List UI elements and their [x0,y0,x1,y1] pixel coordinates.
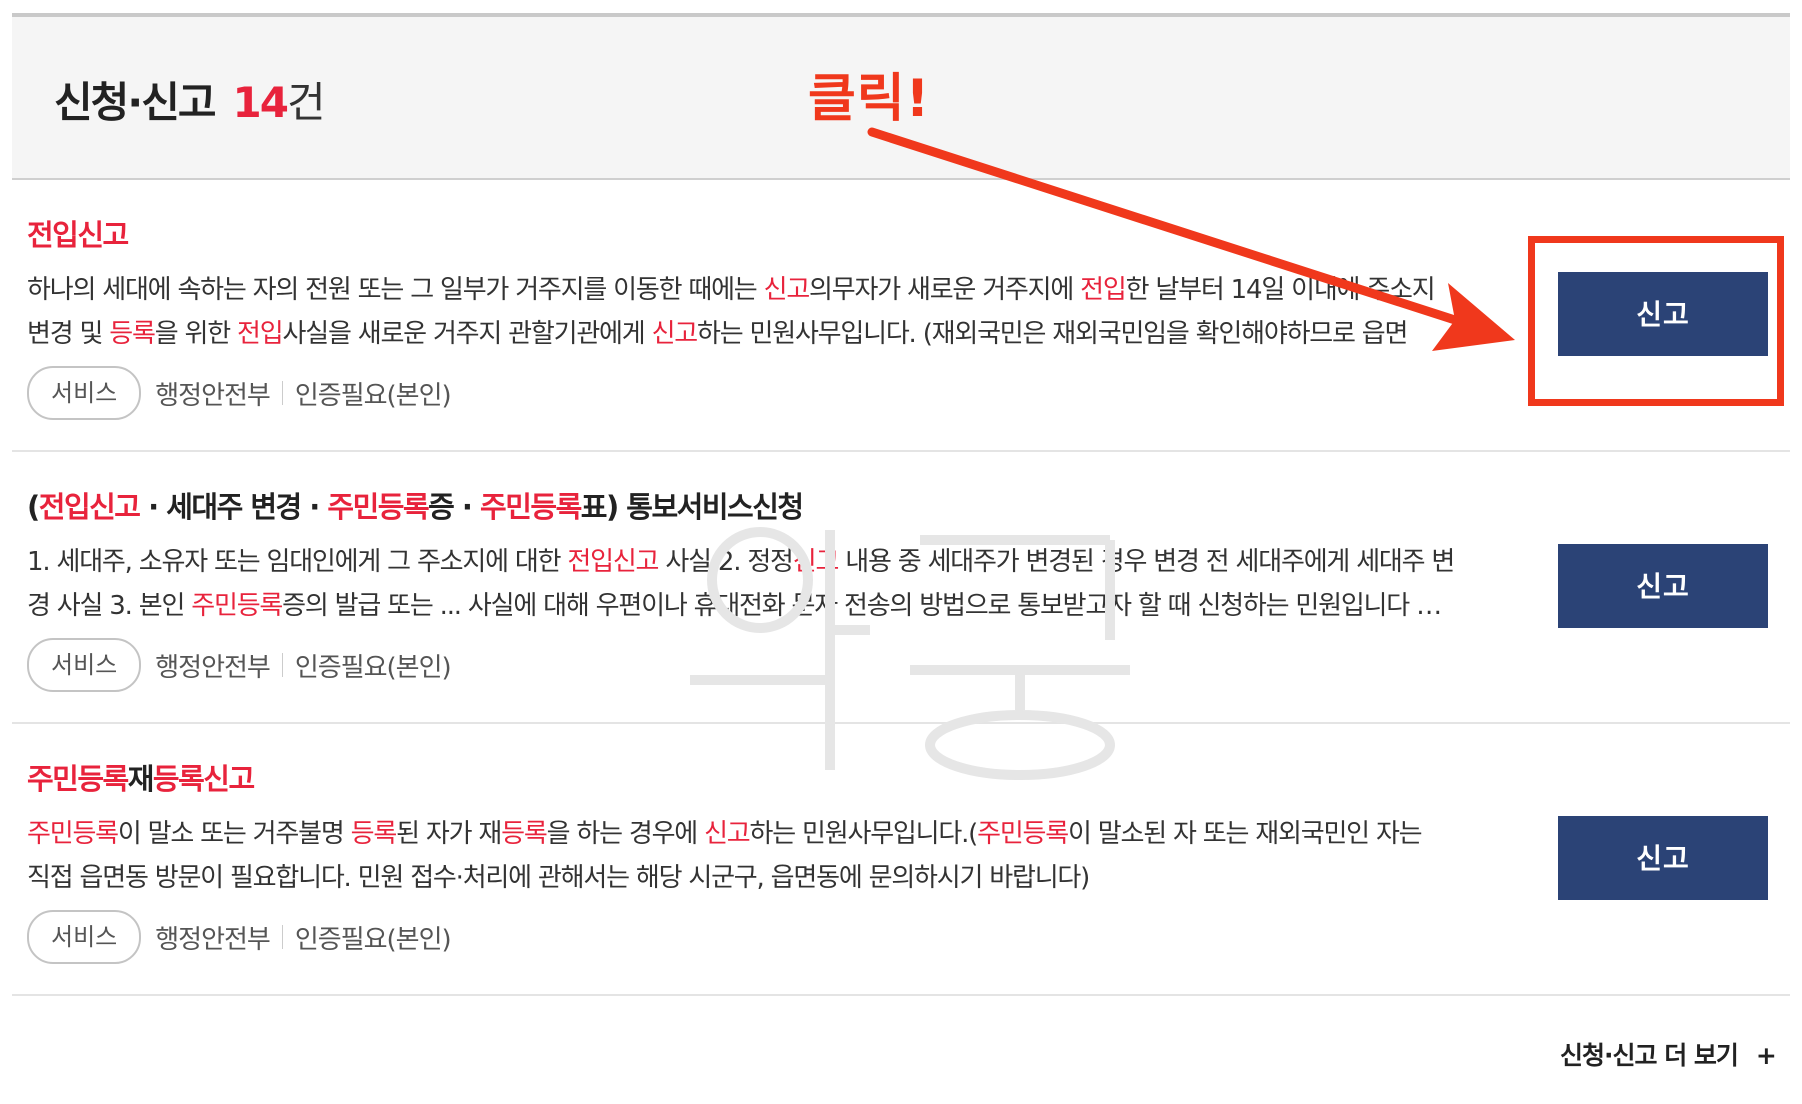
meta-divider [281,925,283,949]
text-segment: 한 날부터 14일 이내에 주소지 [1125,275,1436,305]
auth-label: 인증필요(본인) [294,652,452,683]
description-line: 직접 읍면동 방문이 필요합니다. 민원 접수·처리에 관해서는 해당 시군구,… [27,856,1507,900]
text-segment: 내용 중 세대주가 변경된 경우 변경 전 세대주에게 세대주 변 [838,547,1455,577]
more-link[interactable]: 신청·신고 더 보기 + [1560,1036,1777,1072]
agency-label: 행정안전부 [155,924,271,955]
text-segment: ( [27,490,40,524]
text-segment: 증 · [428,490,481,524]
item-title[interactable]: (전입신고 · 세대주 변경 · 주민등록증 · 주민등록표) 통보서비스신청 [27,484,804,526]
agency-label: 행정안전부 [155,380,271,411]
meta-divider [281,653,283,677]
keyword-highlight: 주민등록 [327,490,429,524]
keyword-highlight: 전입 [237,319,284,349]
service-badge: 서비스 [27,910,142,964]
section-count-unit: 건 [286,78,326,127]
apply-button[interactable]: 신고 [1558,816,1768,900]
list-item: (전입신고 · 세대주 변경 · 주민등록증 · 주민등록표) 통보서비스신청 … [12,452,1790,724]
keyword-highlight: 주민등록 [977,819,1069,849]
keyword-highlight: 신고 [792,547,840,577]
section-title: 신청·신고 14건 [54,69,326,130]
text-segment: 직접 읍면동 방문이 필요합니다. 민원 접수·처리에 관해서는 해당 시군구,… [27,863,1090,893]
keyword-highlight: 등록 [109,319,156,349]
text-segment: 표) 통보서비스신청 [580,490,804,524]
section-count: 14 [232,78,289,127]
description-line: 1. 세대주, 소유자 또는 임대인에게 그 주소지에 대한 전입신고 사실 2… [27,540,1507,584]
item-meta: 서비스 행정안전부 인증필요(본인) [27,638,452,692]
keyword-highlight: 주민등록 [480,490,582,524]
description-line: 주민등록이 말소 또는 거주불명 등록된 자가 재등록을 하는 경우에 신고하는… [27,812,1507,856]
plus-icon: + [1755,1041,1777,1070]
text-segment: 이 말소 또는 거주불명 [117,819,351,849]
click-annotation-label: 클릭! [808,69,931,129]
text-segment: 변경 및 [27,319,110,349]
auth-label: 인증필요(본인) [294,924,452,955]
apply-button[interactable]: 신고 [1558,272,1768,356]
meta-divider [281,381,283,405]
keyword-highlight: 등록 [350,819,398,849]
item-description: 1. 세대주, 소유자 또는 임대인에게 그 주소지에 대한 전입신고 사실 2… [27,540,1507,628]
auth-label: 인증필요(본인) [294,380,452,411]
service-badge: 서비스 [27,638,142,692]
keyword-highlight: 등록 [501,819,548,849]
keyword-highlight: 주민등록 [27,819,119,849]
keyword-highlight: 신고 [763,275,811,305]
text-segment: · 세대주 변경 · [139,490,328,524]
apply-button[interactable]: 신고 [1558,544,1768,628]
text-segment: 사실을 새로운 거주지 관할기관에게 [282,319,652,349]
keyword-highlight: 전입신고 [38,490,141,524]
item-description: 주민등록이 말소 또는 거주불명 등록된 자가 재등록을 하는 경우에 신고하는… [27,812,1507,900]
text-segment: 하는 민원사무입니다. (재외국민은 재외국민임을 확인해야하므로 읍면 [697,319,1408,349]
item-title[interactable]: 전입신고 [27,212,129,254]
keyword-highlight: 전입신고 [27,218,129,252]
agency-label: 행정안전부 [155,652,271,683]
text-segment: 을 위한 [154,319,238,349]
text-segment: 하는 민원사무입니다.( [749,819,979,849]
more-link-label: 신청·신고 더 보기 [1560,1041,1739,1070]
keyword-highlight: 주민등록 [191,591,283,621]
item-title[interactable]: 주민등록재등록신고 [27,756,255,798]
text-segment: 이 말소된 자 또는 재외국민인 자는 [1067,819,1423,849]
text-segment: 경 사실 3. 본인 [27,591,192,621]
keyword-highlight: 전입신고 [567,547,659,577]
text-segment: 을 하는 경우에 [546,819,705,849]
item-meta: 서비스 행정안전부 인증필요(본인) [27,910,452,964]
text-segment: 재 [127,762,155,796]
text-segment: 증의 발급 또는 ... 사실에 대해 우편이나 휴대전화 문자 전송의 방법으… [282,591,1442,621]
text-segment: 의무자가 새로운 거주지에 [809,275,1081,305]
service-badge: 서비스 [27,366,142,420]
list-item: 전입신고 하나의 세대에 속하는 자의 전원 또는 그 일부가 거주지를 이동한… [12,180,1790,452]
keyword-highlight: 등록신고 [152,762,255,796]
text-segment: 사실 2. 정정 [658,547,794,577]
keyword-highlight: 주민등록 [27,762,129,796]
keyword-highlight: 전입 [1080,275,1127,305]
item-meta: 서비스 행정안전부 인증필요(본인) [27,366,452,420]
list-item: 주민등록재등록신고 주민등록이 말소 또는 거주불명 등록된 자가 재등록을 하… [12,724,1790,996]
description-line: 변경 및 등록을 위한 전입사실을 새로운 거주지 관할기관에게 신고하는 민원… [27,312,1507,356]
keyword-highlight: 신고 [651,319,699,349]
text-segment: 1. 세대주, 소유자 또는 임대인에게 그 주소지에 대한 [27,547,568,577]
text-segment: 하나의 세대에 속하는 자의 전원 또는 그 일부가 거주지를 이동한 때에는 [27,275,764,305]
description-line: 하나의 세대에 속하는 자의 전원 또는 그 일부가 거주지를 이동한 때에는 … [27,268,1507,312]
text-segment: 된 자가 재 [396,819,502,849]
description-line: 경 사실 3. 본인 주민등록증의 발급 또는 ... 사실에 대해 우편이나 … [27,584,1507,628]
section-title-text: 신청·신고 [54,78,217,127]
keyword-highlight: 신고 [704,819,751,849]
item-description: 하나의 세대에 속하는 자의 전원 또는 그 일부가 거주지를 이동한 때에는 … [27,268,1507,356]
